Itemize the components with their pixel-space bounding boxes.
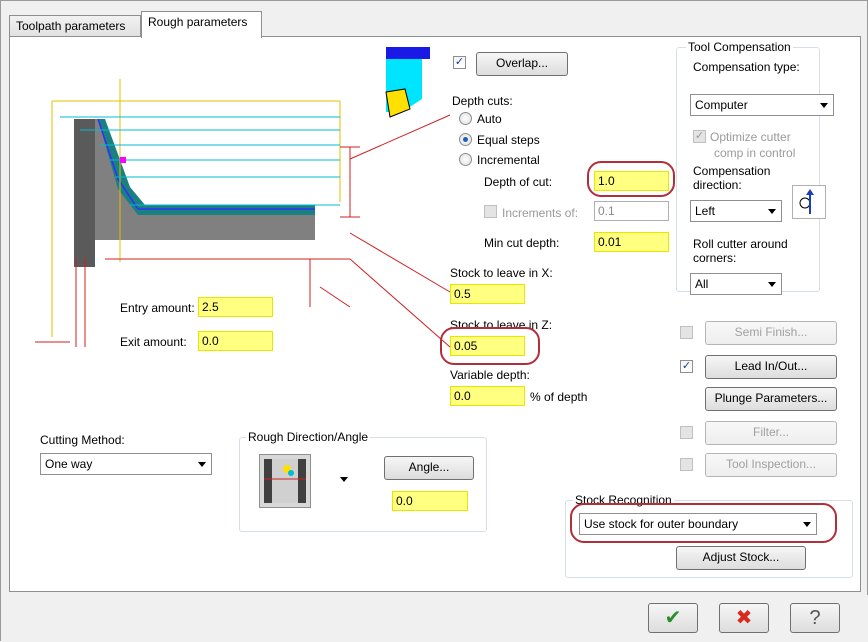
plunge-parameters-button[interactable]: Plunge Parameters... [705, 387, 837, 411]
min-cut-depth-input[interactable]: 0.01 [594, 232, 669, 252]
exit-amount-input[interactable]: 0.0 [198, 331, 273, 351]
depth-of-cut-highlight [587, 161, 675, 197]
adjust-stock-button[interactable]: Adjust Stock... [676, 546, 806, 570]
entry-amount-input[interactable]: 2.5 [198, 297, 273, 317]
dialog-footer: ✔ ✖ ? [1, 595, 868, 642]
chevron-down-icon [820, 103, 828, 108]
compensation-type-value: Computer [695, 98, 748, 112]
checkmark-icon: ✔ [664, 607, 682, 629]
semi-finish-checkbox[interactable] [680, 326, 693, 339]
equal-steps-radio[interactable] [459, 133, 472, 146]
compensation-type-select[interactable]: Computer [690, 94, 834, 116]
rough-parameters-dialog: Toolpath parameters Rough parameters ✓ O… [0, 0, 868, 642]
help-icon: ? [809, 607, 821, 629]
increments-checkbox[interactable] [484, 205, 497, 218]
filter-button[interactable]: Filter... [705, 421, 837, 445]
tool-inspection-button[interactable]: Tool Inspection... [705, 453, 837, 477]
lead-inout-checkbox[interactable]: ✓ [680, 360, 693, 373]
stock-x-label: Stock to leave in X: [450, 266, 553, 280]
entry-amount-label: Entry amount: [120, 301, 195, 315]
variable-depth-unit: % of depth [530, 390, 588, 404]
auto-radio[interactable] [459, 112, 472, 125]
depth-of-cut-label: Depth of cut: [484, 175, 553, 189]
equal-steps-label: Equal steps [477, 133, 540, 147]
variable-depth-input[interactable]: 0.0 [450, 386, 525, 406]
tool-insert [385, 88, 411, 118]
angle-button[interactable]: Angle... [384, 456, 474, 480]
exit-amount-label: Exit amount: [120, 335, 187, 349]
roll-cutter-select[interactable]: All [690, 273, 782, 295]
tool-inspection-checkbox[interactable] [680, 458, 693, 471]
auto-label: Auto [477, 112, 502, 126]
chevron-down-icon [198, 462, 206, 467]
lead-inout-button[interactable]: Lead In/Out... [705, 355, 837, 379]
chevron-down-icon [768, 282, 776, 287]
overlap-checkbox[interactable]: ✓ [453, 56, 466, 69]
min-cut-depth-label: Min cut depth: [484, 236, 560, 250]
optimize-cutter-label: Optimize cutter [710, 130, 791, 144]
compensation-direction-label: Compensation direction: [693, 164, 771, 192]
part-body [74, 119, 95, 267]
cancel-button[interactable]: ✖ [719, 603, 769, 633]
semi-finish-button[interactable]: Semi Finish... [705, 321, 837, 345]
stock-recognition-highlight [570, 503, 837, 543]
angle-input[interactable]: 0.0 [392, 491, 468, 511]
optimize-cutter-sub: comp in control [714, 146, 796, 160]
stock-x-input[interactable]: 0.5 [450, 284, 525, 304]
stock-layer [98, 119, 315, 215]
tool-shank [386, 47, 430, 59]
incremental-label: Incremental [477, 153, 540, 167]
compensation-type-label: Compensation type: [693, 60, 800, 74]
cutting-method-value: One way [45, 457, 93, 471]
optimize-cutter-checkbox[interactable]: ✓ [693, 130, 706, 143]
help-button[interactable]: ? [790, 603, 840, 633]
rough-parameters-panel: ✓ Overlap... Depth cuts: Auto Equal step… [9, 36, 861, 592]
cutting-method-label: Cutting Method: [40, 433, 125, 447]
part-profile [95, 119, 315, 240]
tab-rough-parameters[interactable]: Rough parameters [141, 11, 262, 38]
depth-cuts-label: Depth cuts: [452, 94, 513, 108]
ok-button[interactable]: ✔ [648, 603, 698, 633]
direction-preview-icon [264, 459, 306, 503]
stock-z-highlight [440, 327, 540, 365]
cutting-method-select[interactable]: One way [40, 453, 212, 475]
tab-toolpath-parameters[interactable]: Toolpath parameters [9, 15, 141, 37]
roll-cutter-label: Roll cutter around corners: [693, 237, 788, 265]
tool-compensation-title: Tool Compensation [686, 40, 793, 54]
filter-checkbox[interactable] [680, 426, 693, 439]
increments-input[interactable]: 0.1 [594, 201, 669, 221]
close-icon: ✖ [735, 607, 753, 629]
rough-direction-title: Rough Direction/Angle [246, 430, 371, 444]
variable-depth-label: Variable depth: [450, 368, 530, 382]
incremental-radio[interactable] [459, 153, 472, 166]
marker [120, 157, 126, 163]
increments-label: Increments of: [502, 206, 579, 220]
chevron-down-icon [768, 209, 776, 214]
compensation-direction-icon [792, 185, 826, 219]
tool-direction-icon [799, 189, 814, 214]
rough-direction-dropdown-icon[interactable] [340, 477, 348, 482]
rough-direction-preview [259, 454, 311, 508]
compensation-direction-value: Left [695, 204, 716, 218]
compensation-direction-select[interactable]: Left [690, 200, 782, 222]
roll-cutter-value: All [695, 277, 709, 291]
overlap-button[interactable]: Overlap... [476, 52, 568, 76]
